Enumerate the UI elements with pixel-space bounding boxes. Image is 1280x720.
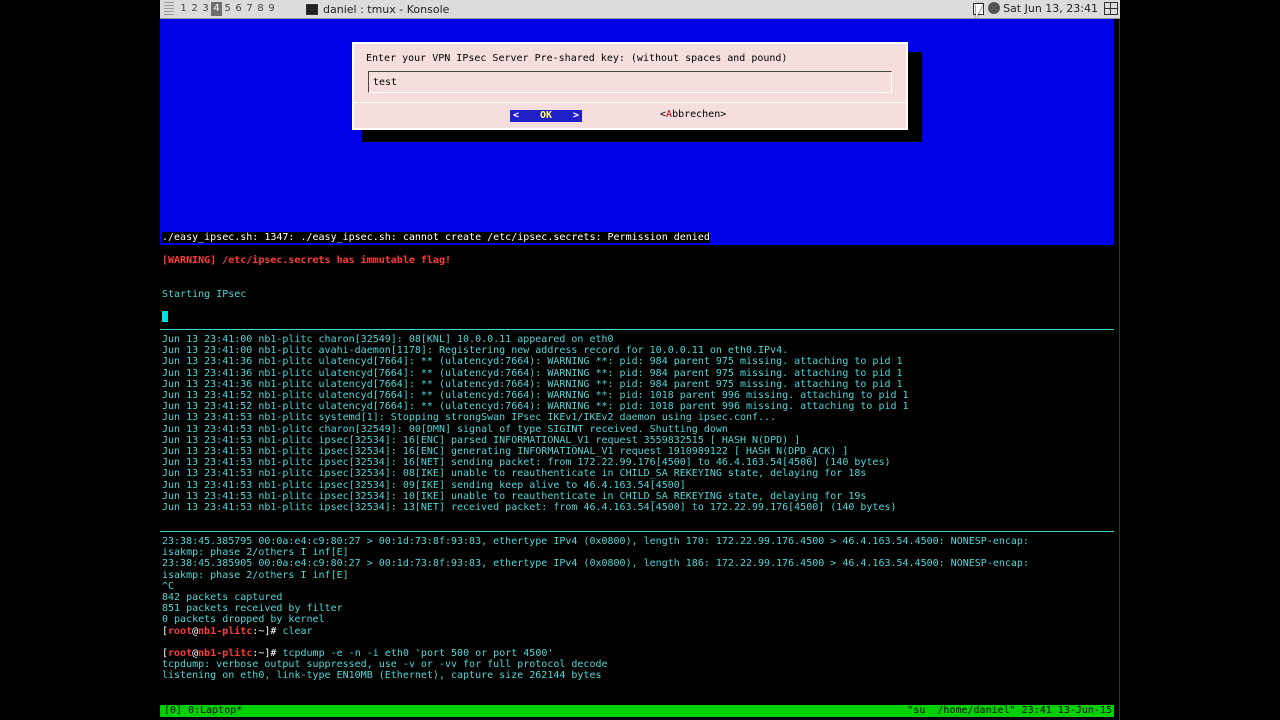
log-line: Jun 13 23:41:53 nb1-plitc ipsec[32534]: … — [162, 479, 686, 491]
output-line: isakmp: phase 2/others I inf[E] — [162, 569, 349, 581]
cancel-rest: bbrechen> — [672, 109, 727, 120]
log-line: Jun 13 23:41:53 nb1-plitc ipsec[32534]: … — [162, 468, 867, 480]
taskbar-item-konsole[interactable]: daniel : tmux - Konsole — [306, 1, 449, 17]
log-line: Jun 13 23:41:53 nb1-plitc ipsec[32534]: … — [162, 446, 849, 458]
log-line: Jun 13 23:41:53 nb1-plitc ipsec[32534]: … — [162, 490, 867, 502]
desktop-2[interactable]: 2 — [189, 2, 200, 16]
prompt-part: clear — [282, 625, 313, 637]
output-line: 0 packets dropped by kernel — [162, 614, 325, 626]
warning-text: /etc/ipsec.secrets has immutable flag! — [216, 255, 451, 266]
tmux-status-bar: [0] 0:Laptop* "su /home/daniel" 23:41 13… — [160, 705, 1114, 717]
task-title: daniel : tmux - Konsole — [323, 2, 450, 16]
log-line: Jun 13 23:41:53 nb1-plitc systemd[1]: St… — [162, 412, 777, 424]
tmux-pane-tcpdump[interactable]: 23:38:45.385795 00:0a:e4:c9:80:27 > 00:1… — [162, 536, 1029, 682]
ok-label: OK — [539, 110, 553, 121]
status-window[interactable]: [0] 0:Laptop* — [164, 705, 242, 717]
ok-button[interactable]: < OK > — [510, 110, 582, 122]
desktop-9[interactable]: 9 — [266, 2, 277, 16]
psk-input-value: test — [373, 77, 398, 88]
error-line: ./easy_ipsec.sh: 1347: ./easy_ipsec.sh: … — [162, 232, 710, 244]
output-line: 851 packets received by filter — [162, 603, 343, 615]
desktop-1[interactable]: 1 — [178, 2, 189, 16]
desktop-pager[interactable]: 1 2 3 4 5 6 7 8 9 — [178, 2, 277, 16]
log-line: Jun 13 23:41:00 nb1-plitc charon[32549]:… — [162, 334, 614, 345]
desktop-grid-icon[interactable] — [1104, 2, 1118, 15]
warning-line: [WARNING] /etc/ipsec.secrets has immutab… — [162, 255, 451, 266]
tmux-pane-dialog[interactable]: Enter your VPN IPsec Server Pre-shared k… — [160, 19, 1114, 245]
desktop-3[interactable]: 3 — [200, 2, 211, 16]
terminal-cursor — [162, 311, 168, 322]
output-line: 23:38:45.385905 00:0a:e4:c9:80:27 > 00:1… — [162, 558, 1029, 570]
ok-bracket-right: > — [572, 110, 579, 121]
mouse-cursor-icon — [976, 4, 983, 18]
desktop-6[interactable]: 6 — [233, 2, 244, 16]
tray-network-icon[interactable] — [988, 2, 1000, 14]
prompt-part: root — [168, 625, 193, 637]
output-line: listening on eth0, link-type EN10MB (Eth… — [162, 670, 602, 682]
prompt-part: root — [168, 648, 193, 660]
desktop-8[interactable]: 8 — [255, 2, 266, 16]
prompt-part: nb1-plitc — [198, 625, 253, 637]
log-line: Jun 13 23:41:52 nb1-plitc ulatencyd[7664… — [162, 401, 909, 413]
pane-divider — [160, 329, 1114, 330]
output-line: 842 packets captured — [162, 592, 283, 604]
psk-input[interactable]: test — [368, 71, 892, 93]
panel-grip-icon — [164, 2, 174, 15]
prompt-part: tcpdump -e -n -i eth0 'port 500 or port … — [282, 648, 554, 660]
log-line: Jun 13 23:41:53 nb1-plitc ipsec[32534]: … — [162, 502, 897, 514]
output-line: 23:38:45.385795 00:0a:e4:c9:80:27 > 00:1… — [162, 536, 1029, 547]
log-line: Jun 13 23:41:52 nb1-plitc ulatencyd[7664… — [162, 390, 909, 402]
desktop-4[interactable]: 4 — [211, 2, 222, 16]
log-line: Jun 13 23:41:36 nb1-plitc ulatencyd[7664… — [162, 367, 903, 379]
cancel-button[interactable]: <Abbrechen> — [660, 109, 726, 120]
log-line: Jun 13 23:41:53 nb1-plitc charon[32549]:… — [162, 423, 728, 435]
shell-prompt: [root@nb1-plitc:~]# clear — [162, 626, 1029, 637]
warning-tag: [WARNING] — [162, 255, 217, 266]
prompt-part: nb1-plitc — [198, 648, 253, 660]
output-line: isakmp: phase 2/others I inf[E] — [162, 547, 349, 559]
output-line: tcpdump: verbose output suppressed, use … — [162, 659, 608, 671]
panel-clock[interactable]: Sat Jun 13, 23:41 — [1003, 1, 1098, 17]
starting-line: Starting IPsec — [162, 289, 247, 300]
prompt-part: :~]# — [252, 625, 283, 637]
status-info: "su /home/daniel" 23:41 13-Jun-15 — [907, 705, 1112, 716]
shell-prompt: [root@nb1-plitc:~]# tcpdump -e -n -i eth… — [162, 648, 1029, 659]
terminal-icon — [306, 3, 318, 15]
log-line: Jun 13 23:41:53 nb1-plitc ipsec[32534]: … — [162, 434, 801, 446]
dialog-prompt: Enter your VPN IPsec Server Pre-shared k… — [366, 53, 788, 64]
pane-divider — [160, 531, 1114, 532]
terminal-window[interactable]: Enter your VPN IPsec Server Pre-shared k… — [160, 19, 1120, 720]
dialog-separator — [354, 102, 906, 103]
log-line: Jun 13 23:41:53 nb1-plitc ipsec[32534]: … — [162, 457, 891, 469]
psk-input-dialog: Enter your VPN IPsec Server Pre-shared k… — [352, 42, 908, 130]
output-line: ^C — [162, 580, 175, 592]
ok-bracket-left: < — [513, 110, 520, 121]
desktop-7[interactable]: 7 — [244, 2, 255, 16]
log-line: Jun 13 23:41:36 nb1-plitc ulatencyd[7664… — [162, 356, 903, 368]
tmux-pane-syslog[interactable]: Jun 13 23:41:00 nb1-plitc charon[32549]:… — [162, 334, 909, 513]
prompt-part: :~]# — [252, 648, 283, 660]
desktop-5[interactable]: 5 — [222, 2, 233, 16]
log-line: Jun 13 23:41:36 nb1-plitc ulatencyd[7664… — [162, 378, 903, 390]
log-line: Jun 13 23:41:00 nb1-plitc avahi-daemon[1… — [162, 345, 789, 357]
